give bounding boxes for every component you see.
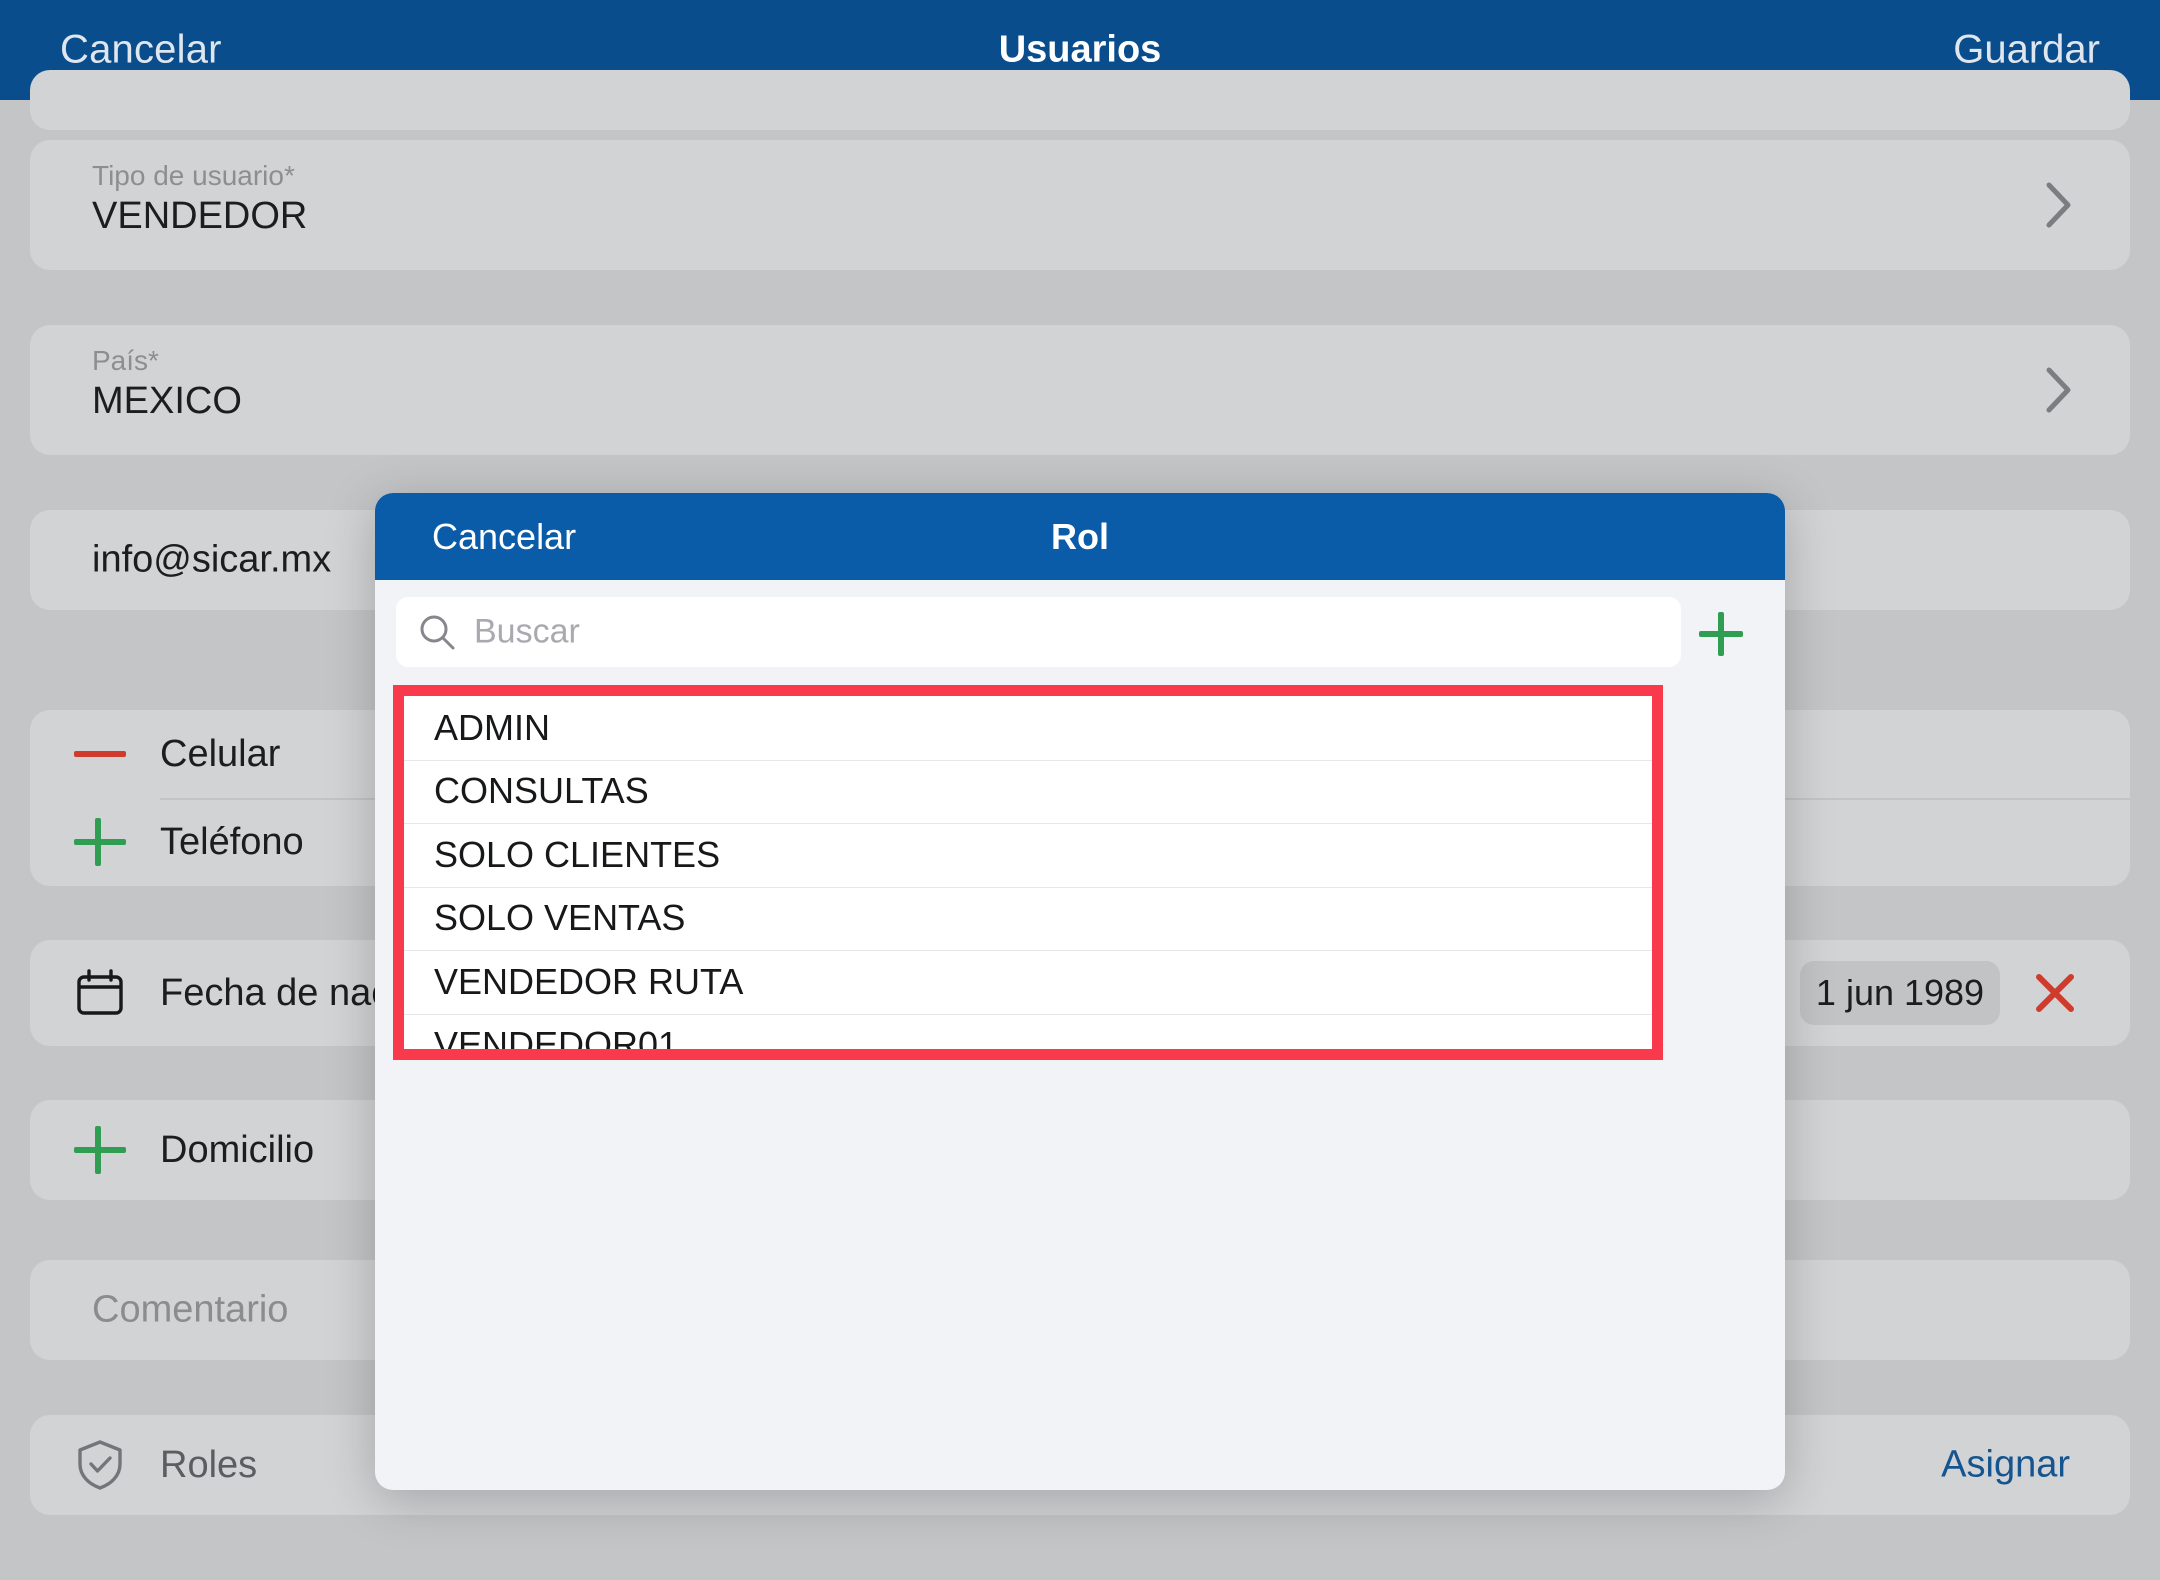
list-item[interactable]: SOLO CLIENTES [404,823,1652,887]
list-item-label: SOLO VENTAS [434,897,686,939]
field-tipo-de-usuario-value: VENDEDOR [92,195,308,237]
list-item[interactable]: CONSULTAS [404,759,1652,823]
rol-picker-modal: Cancelar Rol Buscar ADMIN CONSULTAS SOLO C… [375,493,1785,1490]
list-item-label: VENDEDOR RUTA [434,960,744,1002]
shield-check-icon [72,1437,128,1493]
list-item[interactable]: ADMIN [404,696,1652,760]
list-item-label: VENDEDOR01 [434,1024,679,1049]
page-title: Usuarios [998,28,1162,71]
field-comentario-placeholder: Comentario [92,1288,289,1331]
row-domicilio-label: Domicilio [160,1128,315,1171]
field-tipo-de-usuario-label: Tipo de usuario* [92,160,295,191]
plus-icon[interactable] [72,1122,128,1178]
field-email-value: info@sicar.mx [92,538,332,581]
row-roles-label: Roles [160,1443,258,1486]
app-root: Cancelar Usuarios Guardar Tipo de usuari… [0,0,2160,1580]
plus-icon[interactable] [1699,612,1743,656]
field-partial-top[interactable] [30,70,2130,130]
list-item-label: SOLO CLIENTES [434,833,721,875]
row-roles: Roles [30,1415,257,1515]
modal-header: Cancelar Rol [375,493,1785,580]
rol-list[interactable]: ADMIN CONSULTAS SOLO CLIENTES SOLO VENTAS VE… [404,696,1652,1049]
minus-icon[interactable] [72,726,128,782]
row-telefono-label: Teléfono [160,820,304,863]
field-tipo-de-usuario[interactable]: Tipo de usuario* VENDEDOR [30,140,2130,270]
list-item-label: ADMIN [434,706,550,748]
birthdate-value-pill[interactable]: 1 jun 1989 [1800,961,2000,1025]
list-item[interactable]: SOLO VENTAS [404,886,1652,950]
plus-icon[interactable] [72,814,128,870]
asignar-button[interactable]: Asignar [1941,1444,2070,1487]
calendar-icon [72,965,128,1021]
modal-title: Rol [1051,515,1109,557]
chevron-right-icon[interactable] [2046,182,2072,228]
chevron-right-icon[interactable] [2046,367,2072,413]
row-celular-label: Celular [160,732,281,775]
row-celular[interactable]: Celular [30,710,280,798]
close-icon[interactable] [2032,970,2078,1016]
field-pais-value: MEXICO [92,380,242,422]
modal-search-row: Buscar [375,580,1785,684]
highlight-box: ADMIN CONSULTAS SOLO CLIENTES SOLO VENTAS VE… [393,685,1663,1060]
search-icon [418,613,456,651]
save-button[interactable]: Guardar [1953,28,2100,73]
list-item-label: CONSULTAS [434,770,649,812]
list-item[interactable]: VENDEDOR RUTA [404,950,1652,1014]
row-domicilio[interactable]: Domicilio [30,1100,314,1200]
field-pais-label: País* [92,345,159,376]
list-item[interactable]: VENDEDOR01 [404,1013,1652,1049]
field-pais[interactable]: País* MEXICO [30,325,2130,455]
search-input[interactable]: Buscar [396,597,1681,667]
row-telefono[interactable]: Teléfono [30,798,304,886]
search-placeholder: Buscar [474,612,580,651]
